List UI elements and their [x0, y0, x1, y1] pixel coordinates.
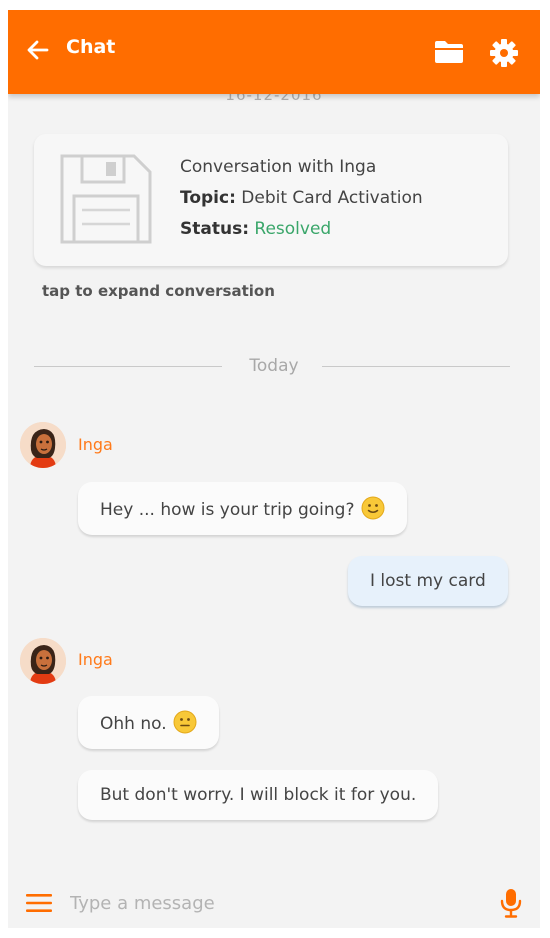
expand-conversation-link[interactable]: tap to expand conversation [42, 282, 275, 300]
message-text: Ohh no. [100, 714, 167, 734]
neutral-face-icon [173, 710, 197, 734]
message-input[interactable] [70, 886, 490, 920]
status-value: Resolved [254, 219, 332, 239]
message-bubble: Ohh no. [78, 696, 219, 749]
microphone-icon[interactable] [500, 888, 522, 918]
slightly-smiling-face-icon [361, 496, 384, 520]
topic-value: Debit Card Activation [241, 188, 423, 208]
sender-name: Inga [78, 435, 113, 454]
conversation-topic: Topic: Debit Card Activation [180, 187, 423, 218]
agent-avatar-icon [20, 422, 66, 468]
date-divider-label: Today [249, 356, 299, 376]
message-text: Hey ... how is your trip going? [100, 500, 355, 520]
gear-icon[interactable] [489, 38, 519, 68]
app-bar: Chat [8, 10, 540, 94]
user-message-bubble: I lost my card [348, 556, 508, 606]
conversation-summary: Conversation with Inga Topic: Debit Card… [180, 156, 423, 249]
avatar [20, 422, 66, 468]
sender-name: Inga [78, 650, 113, 669]
past-conversation-card[interactable]: Conversation with Inga Topic: Debit Card… [34, 134, 508, 266]
status-label: Status: [180, 219, 249, 239]
avatar [20, 638, 66, 684]
folder-icon[interactable] [434, 40, 464, 64]
conversation-title: Conversation with Inga [180, 157, 377, 177]
floppy-disk-icon [60, 154, 152, 244]
message-composer [8, 878, 540, 928]
arrow-left-icon[interactable] [26, 38, 50, 62]
topic-label: Topic: [180, 188, 236, 208]
message-bubble: But don't worry. I will block it for you… [78, 770, 439, 820]
message-text: But don't worry. I will block it for you… [100, 785, 417, 805]
message-text: I lost my card [370, 571, 486, 591]
hamburger-menu-icon[interactable] [26, 893, 52, 913]
page-title: Chat [66, 36, 116, 58]
chat-screen: Chat 16-12-2016 Conversation with Inga T… [8, 10, 540, 928]
agent-avatar-icon [20, 638, 66, 684]
conversation-status: Status: Resolved [180, 218, 423, 249]
message-bubble: Hey ... how is your trip going? [78, 482, 407, 535]
